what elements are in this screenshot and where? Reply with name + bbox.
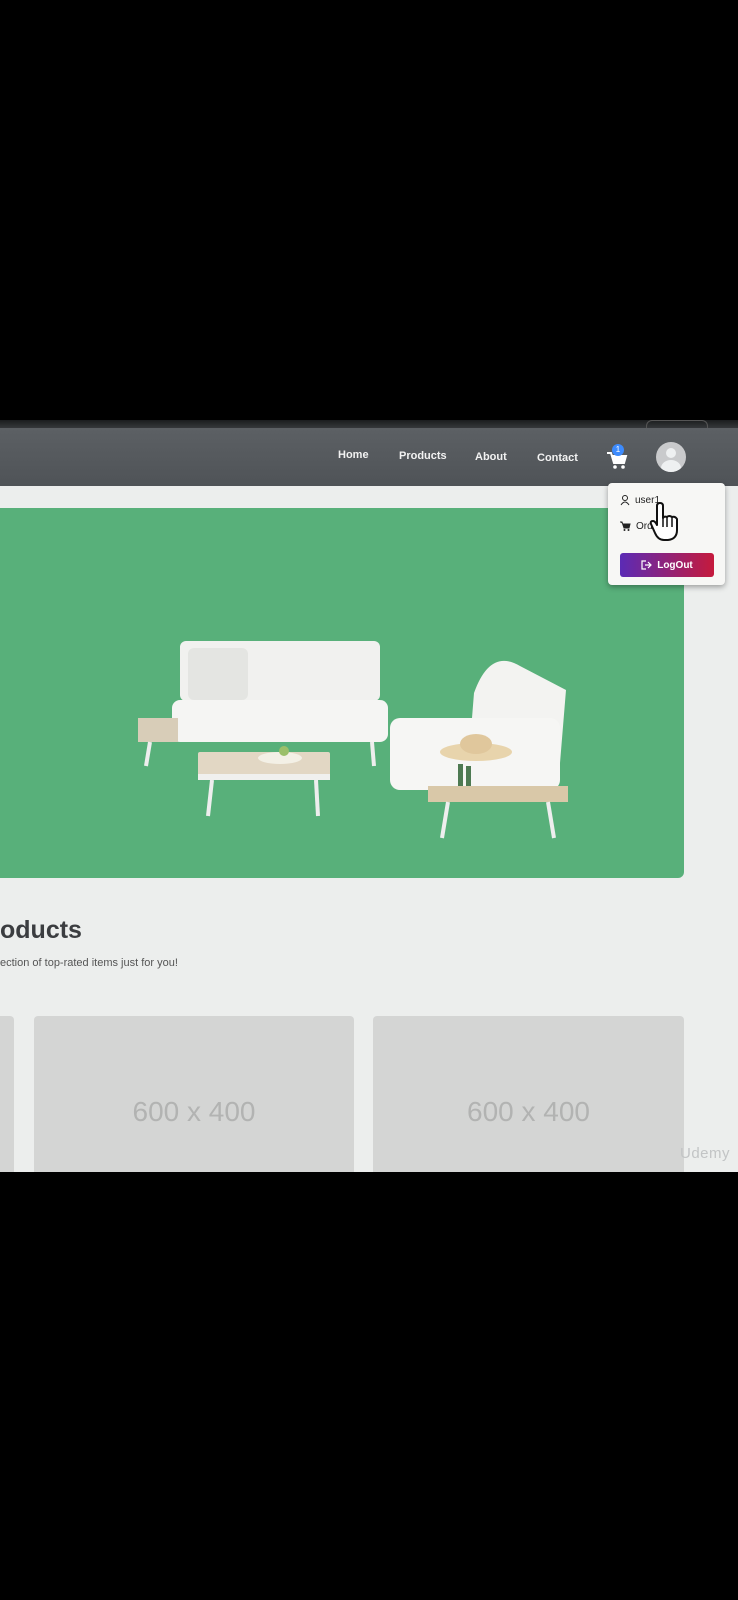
cart-icon [620, 521, 631, 532]
logout-icon [641, 560, 653, 570]
logout-button[interactable]: LogOut [620, 553, 714, 577]
udemy-watermark: Udemy [679, 1145, 730, 1162]
nav-products-link[interactable]: Products [399, 450, 447, 462]
card-image-placeholder: 600 x 400 [132, 1096, 256, 1127]
avatar-icon[interactable] [656, 442, 686, 472]
cart-count-badge: 1 [612, 444, 624, 456]
card-image-placeholder: 600 x 400 [467, 1096, 590, 1127]
hero-furniture-image [138, 641, 568, 839]
section-subtitle: ection of top-rated items just for you! [0, 957, 178, 969]
dropdown-orders-item[interactable]: Ord [620, 521, 653, 532]
nav-contact-link[interactable]: Contact [537, 452, 578, 464]
browser-viewport: Home Products About Contact 1 oducts ect… [0, 428, 738, 1172]
hero-banner [0, 508, 684, 878]
hand-pointer-icon [649, 502, 678, 541]
nav-about-link[interactable]: About [475, 451, 507, 463]
logout-label: LogOut [657, 559, 693, 571]
nav-home-link[interactable]: Home [338, 449, 369, 461]
product-card-2[interactable]: 600 x 400 [373, 1016, 684, 1172]
product-card-1[interactable]: 600 x 400 [34, 1016, 354, 1172]
user-icon [620, 495, 630, 506]
product-card-partial[interactable] [0, 1016, 14, 1172]
navbar: Home Products About Contact 1 [0, 428, 738, 486]
section-title: oducts [0, 916, 82, 944]
